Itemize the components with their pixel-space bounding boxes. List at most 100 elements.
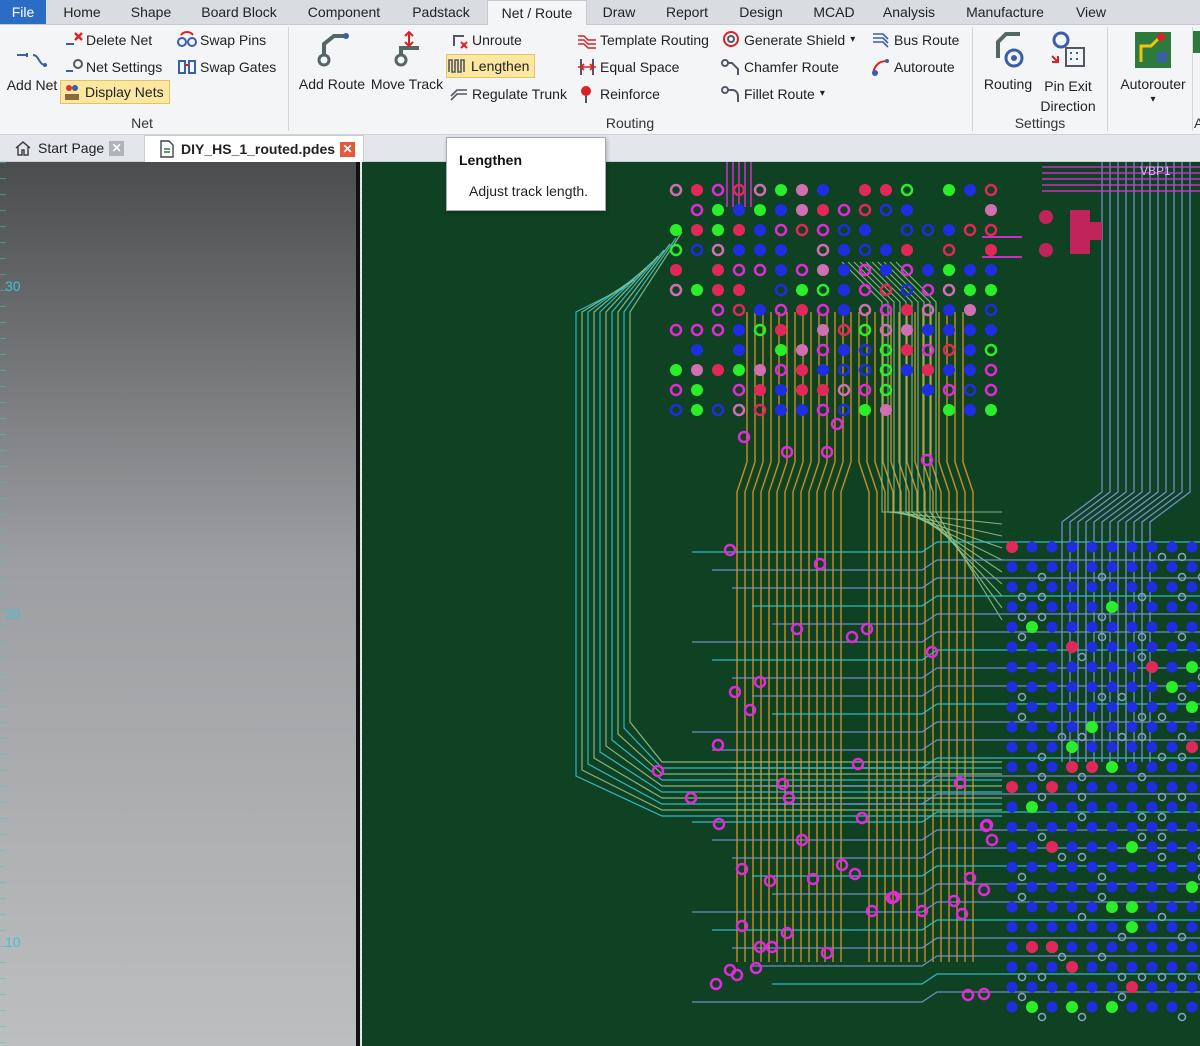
trace [1141,162,1183,762]
menu-analysis[interactable]: Analysis [877,0,941,24]
tab-diy-hs-1-routed[interactable]: DIY_HS_1_routed.pdes ✕ [144,135,365,162]
swap-gates-button[interactable]: Swap Gates [176,55,276,79]
pad [1026,761,1038,773]
autorouter-button[interactable]: Autorouter ▾ [1114,28,1192,105]
pad [1066,561,1078,573]
via [1137,812,1147,822]
menu-component[interactable]: Component [300,0,388,24]
routing-settings-label: Routing [983,76,1033,92]
via [984,343,998,357]
menu-net-route[interactable]: Net / Route [487,0,587,26]
pad [1146,1001,1158,1013]
menu-design[interactable]: Design [732,0,790,24]
autoroute-button[interactable]: Autoroute [870,55,955,79]
via [1137,772,1147,782]
close-icon[interactable]: ✕ [109,140,125,156]
chamfer-route-icon [721,59,739,75]
pad [1106,641,1118,653]
via [1077,812,1087,822]
swap-pins-button[interactable]: Swap Pins [176,28,266,52]
menu-manufacture[interactable]: Manufacture [958,0,1052,24]
pad [1026,701,1038,713]
menu-file[interactable]: File [0,0,46,24]
pad [754,364,766,376]
pad [796,404,808,416]
via [774,363,788,377]
menu-report[interactable]: Report [656,0,718,24]
pad [1186,701,1198,713]
pad [1146,941,1158,953]
pad [1166,541,1178,553]
pad [1106,581,1118,593]
template-routing-icon [578,35,596,49]
menu-shape[interactable]: Shape [122,0,180,24]
pad [817,324,829,336]
pad [1026,781,1038,793]
pad [1046,861,1058,873]
bus-route-icon [873,33,889,48]
menu-board-block[interactable]: Board Block [194,0,284,24]
move-track-button[interactable]: Move Track [368,30,446,92]
routing-settings-icon [996,32,1024,68]
menu-home[interactable]: Home [52,0,112,24]
reinforce-button[interactable]: Reinforce [578,82,660,106]
close-icon[interactable]: ✕ [340,141,356,157]
via [858,323,872,337]
chamfer-route-button[interactable]: Chamfer Route [720,55,839,79]
add-net-icon [17,53,47,67]
net-settings-button[interactable]: Net Settings [64,55,162,79]
pad [1106,821,1118,833]
pad [985,264,997,276]
via [837,223,851,237]
routing-settings-button[interactable]: Routing [978,30,1038,92]
via [774,223,788,237]
via [1157,712,1167,722]
pad [796,384,808,396]
template-routing-button[interactable]: Template Routing [576,28,709,52]
delete-net-button[interactable]: Delete Net [64,28,152,52]
ruler-label: 30 [5,278,21,294]
pad [1086,981,1098,993]
tab-start-page[interactable]: Start Page ✕ [8,135,130,161]
pad [1126,541,1138,553]
display-nets-button[interactable]: Display Nets [60,80,170,104]
document-icon [160,140,174,158]
pad [1126,581,1138,593]
pad [691,364,703,376]
pad [712,204,724,216]
via [1017,872,1027,882]
regulate-trunk-button[interactable]: Regulate Trunk [448,82,567,106]
pad [1186,761,1198,773]
generate-shield-button[interactable]: Generate Shield ▾ [720,28,855,52]
home-icon [15,141,31,156]
via [942,243,956,257]
ruler-label: 20 [5,606,21,622]
pad [1126,741,1138,753]
add-net-button[interactable]: Add Net [4,47,60,93]
menu-draw[interactable]: Draw [596,0,642,24]
unroute-button[interactable]: Unroute [450,28,522,52]
pcb-canvas[interactable]: VBP1 [362,162,1200,1046]
pad [985,324,997,336]
equal-space-button[interactable]: Equal Space [576,55,679,79]
menu-view[interactable]: View [1069,0,1113,24]
via [1037,572,1047,582]
dropdown-arrow-icon: ▾ [1150,94,1156,105]
bus-route-button[interactable]: Bus Route [870,28,959,52]
settings-group-label: Settings [1014,115,1066,131]
trace [692,541,1200,553]
menu-padstack[interactable]: Padstack [405,0,477,24]
pad [712,264,724,276]
pad [943,304,955,316]
add-route-button[interactable]: Add Route [296,30,368,92]
fillet-route-button[interactable]: Fillet Route ▾ [720,82,825,106]
ribbon: Add Net Delete Net Net Settings Display … [0,25,1200,135]
lengthen-button[interactable]: Lengthen [446,54,536,78]
tooltip-title: Lengthen [459,152,522,168]
pin-exit-direction-button[interactable]: Pin Exit Direction [1038,30,1098,116]
pad [1146,781,1158,793]
pad [901,304,913,316]
menu-mcad[interactable]: MCAD [806,0,862,24]
pad [1186,921,1198,933]
pad [1166,941,1178,953]
